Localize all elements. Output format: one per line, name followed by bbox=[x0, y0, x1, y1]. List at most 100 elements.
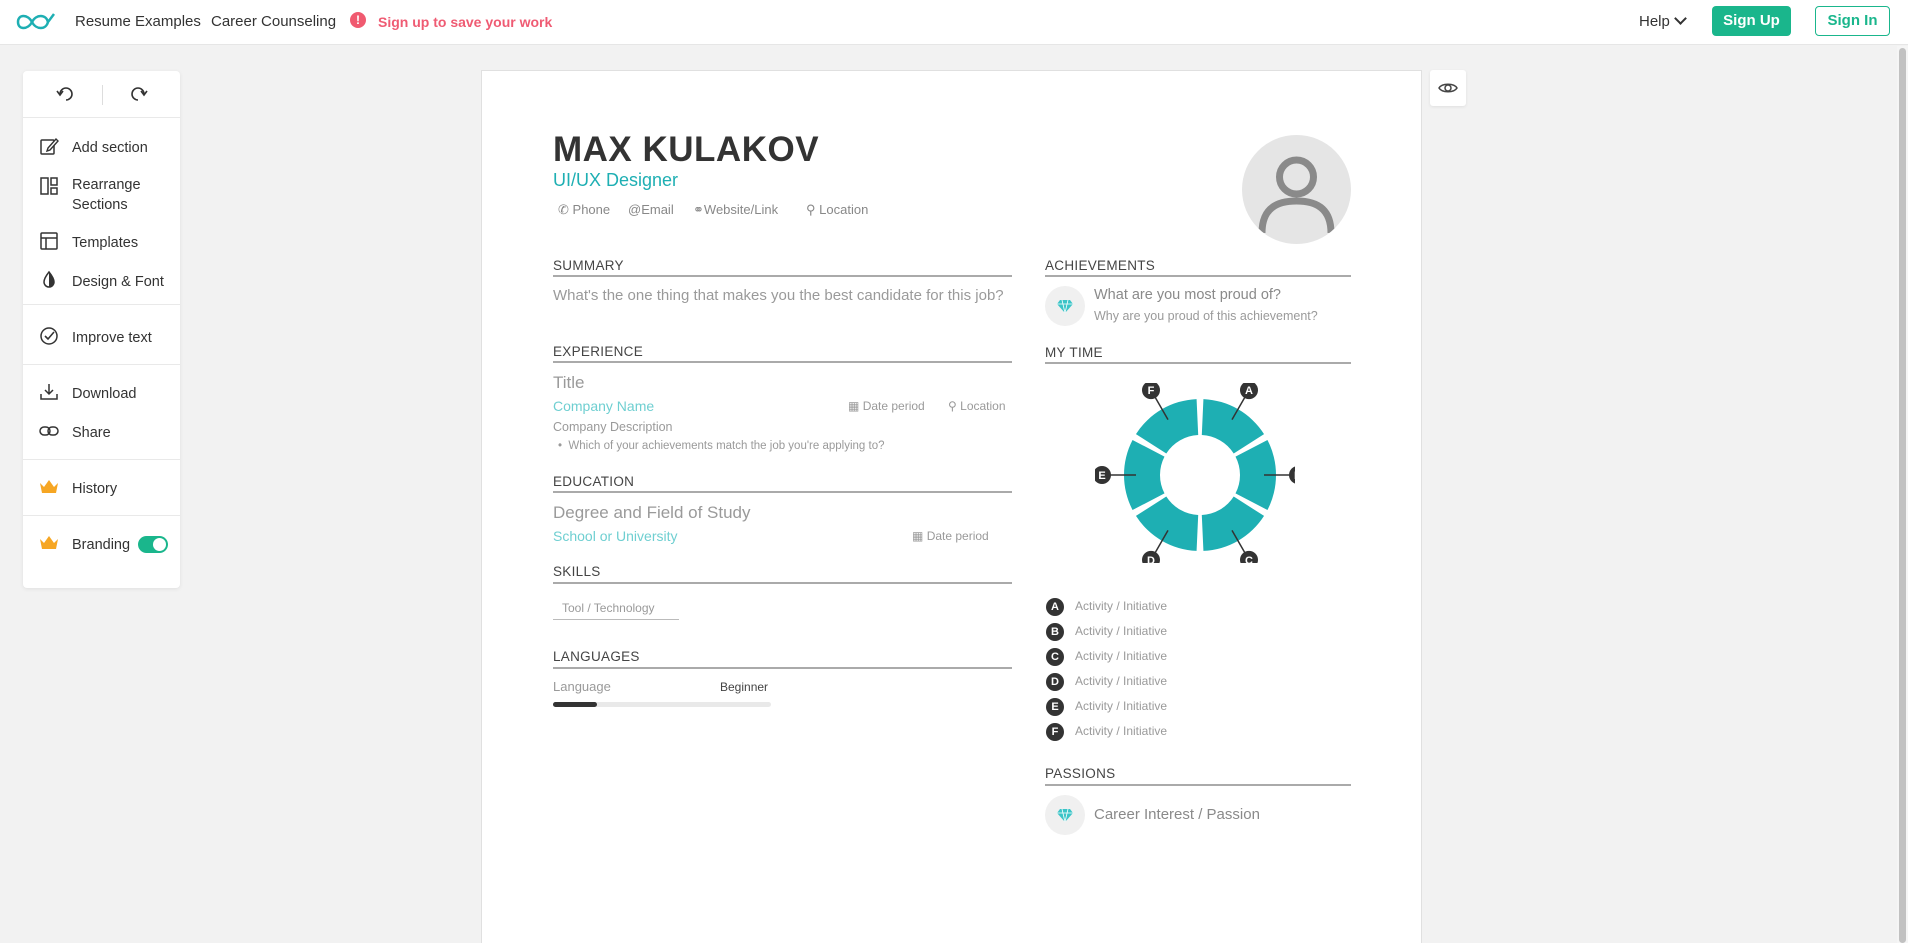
legend-item-label[interactable]: Activity / Initiative bbox=[1075, 599, 1167, 613]
skills-heading[interactable]: SKILLS bbox=[553, 564, 601, 579]
nav-resume-examples[interactable]: Resume Examples bbox=[75, 13, 201, 30]
donut-segment-f[interactable] bbox=[1135, 399, 1199, 454]
languages-heading[interactable]: LANGUAGES bbox=[553, 649, 640, 664]
achievement-icon-circle[interactable] bbox=[1045, 286, 1085, 326]
achievement-title-placeholder[interactable]: What are you most proud of? bbox=[1094, 287, 1281, 303]
toggle-knob bbox=[153, 538, 166, 551]
sidebar-item-label: Download bbox=[72, 386, 137, 402]
eye-icon bbox=[1438, 83, 1458, 93]
page-scrollbar[interactable] bbox=[1897, 46, 1908, 943]
languages-divider bbox=[553, 667, 1012, 669]
my-time-heading[interactable]: MY TIME bbox=[1045, 345, 1103, 360]
bullet-dot: • bbox=[558, 440, 563, 452]
nav-career-counseling[interactable]: Career Counseling bbox=[211, 13, 336, 30]
sidebar-item-history[interactable]: History bbox=[23, 473, 180, 505]
sidebar-item-share[interactable]: Share bbox=[23, 417, 180, 449]
summary-heading[interactable]: SUMMARY bbox=[553, 258, 624, 273]
resume-role[interactable]: UI/UX Designer bbox=[553, 170, 678, 191]
passions-heading[interactable]: PASSIONS bbox=[1045, 766, 1115, 781]
contact-website[interactable]: ⚭Website/Link bbox=[693, 202, 778, 218]
experience-date[interactable]: ▦ Date period bbox=[848, 399, 925, 413]
help-menu[interactable]: Help bbox=[1639, 12, 1687, 30]
company-name-placeholder[interactable]: Company Name bbox=[553, 398, 654, 414]
language-level[interactable]: Beginner bbox=[720, 680, 768, 694]
sidebar-item-label: Share bbox=[72, 425, 111, 441]
legend-badge: E bbox=[1046, 698, 1064, 716]
donut-segment-c[interactable] bbox=[1201, 496, 1265, 551]
sidebar-divider bbox=[23, 459, 180, 460]
sidebar-item-design-font[interactable]: Design & Font bbox=[23, 266, 180, 298]
sidebar-item-label: History bbox=[72, 481, 118, 497]
sidebar-item-label: Templates bbox=[72, 235, 139, 251]
company-description-placeholder[interactable]: Company Description bbox=[553, 420, 673, 434]
achievement-sub-placeholder[interactable]: Why are you proud of this achievement? bbox=[1094, 309, 1318, 323]
location-label: Location bbox=[819, 202, 869, 217]
legend-item-label[interactable]: Activity / Initiative bbox=[1075, 624, 1167, 638]
check-circle-icon bbox=[40, 327, 58, 345]
undo-icon[interactable] bbox=[56, 85, 76, 103]
language-level-bar[interactable] bbox=[553, 702, 771, 707]
sidebar-item-label: Design & Font bbox=[72, 274, 164, 290]
sidebar-item-templates[interactable]: Templates bbox=[23, 227, 180, 259]
location-label: Location bbox=[960, 399, 1006, 413]
edit-icon bbox=[40, 137, 59, 155]
location-pin-icon: ⚲ bbox=[948, 399, 957, 413]
donut-segment-a[interactable] bbox=[1201, 399, 1265, 454]
contact-email[interactable]: @Email bbox=[628, 202, 674, 217]
experience-location[interactable]: ⚲ Location bbox=[948, 399, 1006, 413]
sign-up-button[interactable]: Sign Up bbox=[1712, 6, 1791, 36]
education-heading[interactable]: EDUCATION bbox=[553, 474, 634, 489]
sidebar-item-branding[interactable]: Branding bbox=[23, 529, 180, 561]
date-label: Date period bbox=[926, 529, 989, 543]
passion-icon-circle[interactable] bbox=[1045, 795, 1085, 835]
language-placeholder[interactable]: Language bbox=[553, 679, 611, 694]
resume-name[interactable]: MAX KULAKOV bbox=[553, 130, 819, 170]
download-icon bbox=[40, 384, 58, 400]
sign-in-button[interactable]: Sign In bbox=[1815, 6, 1890, 36]
sidebar-item-label: Rearrange Sections bbox=[72, 177, 141, 213]
calendar-icon: ▦ bbox=[912, 529, 924, 543]
job-title-placeholder[interactable]: Title bbox=[553, 373, 585, 393]
legend-item-label[interactable]: Activity / Initiative bbox=[1075, 674, 1167, 688]
school-placeholder[interactable]: School or University bbox=[553, 528, 678, 544]
sidebar-item-download[interactable]: Download bbox=[23, 378, 180, 410]
degree-placeholder[interactable]: Degree and Field of Study bbox=[553, 503, 751, 523]
donut-label-text: B bbox=[1294, 470, 1295, 482]
bullet-text: Which of your achievements match the job… bbox=[568, 440, 885, 452]
donut-label-text: C bbox=[1245, 555, 1253, 563]
chevron-down-icon bbox=[1673, 12, 1687, 25]
donut-segment-d[interactable] bbox=[1135, 496, 1199, 551]
undo-redo-row bbox=[23, 71, 180, 118]
logo-icon[interactable] bbox=[14, 10, 60, 34]
diamond-icon bbox=[1057, 808, 1073, 822]
sidebar-item-improve-text[interactable]: Improve text bbox=[23, 322, 180, 354]
branding-toggle[interactable] bbox=[138, 536, 168, 553]
passion-placeholder[interactable]: Career Interest / Passion bbox=[1094, 806, 1260, 823]
bullet-list-item[interactable]: • Which of your achievements match the j… bbox=[558, 440, 884, 452]
save-warning-link[interactable]: Sign up to save your work bbox=[378, 14, 552, 30]
layout-icon bbox=[40, 177, 58, 195]
sidebar-item-add-section[interactable]: Add section bbox=[23, 132, 180, 164]
my-time-donut-chart[interactable]: A B C D E F bbox=[1095, 383, 1295, 563]
experience-heading[interactable]: EXPERIENCE bbox=[553, 344, 643, 359]
education-date[interactable]: ▦ Date period bbox=[912, 529, 989, 543]
contact-phone[interactable]: ✆ Phone bbox=[558, 202, 610, 218]
contact-location[interactable]: ⚲ Location bbox=[806, 202, 868, 218]
legend-item-label[interactable]: Activity / Initiative bbox=[1075, 724, 1167, 738]
skill-tag[interactable]: Tool / Technology bbox=[553, 597, 679, 620]
redo-icon[interactable] bbox=[128, 85, 148, 103]
website-label: Website/Link bbox=[703, 202, 779, 217]
scrollbar-thumb[interactable] bbox=[1899, 48, 1906, 943]
legend-badge: D bbox=[1046, 673, 1064, 691]
legend-item-label[interactable]: Activity / Initiative bbox=[1075, 649, 1167, 663]
preview-button[interactable] bbox=[1430, 70, 1466, 106]
legend-item-label[interactable]: Activity / Initiative bbox=[1075, 699, 1167, 713]
crown-icon bbox=[40, 480, 58, 493]
sidebar-item-rearrange-sections[interactable]: Rearrange Sections bbox=[23, 169, 180, 213]
achievements-heading[interactable]: ACHIEVEMENTS bbox=[1045, 258, 1155, 273]
legend-badge: F bbox=[1046, 723, 1064, 741]
education-divider bbox=[553, 491, 1012, 493]
calendar-icon: ▦ bbox=[848, 399, 860, 413]
summary-placeholder[interactable]: What's the one thing that makes you the … bbox=[553, 286, 1013, 306]
avatar[interactable] bbox=[1242, 135, 1351, 244]
